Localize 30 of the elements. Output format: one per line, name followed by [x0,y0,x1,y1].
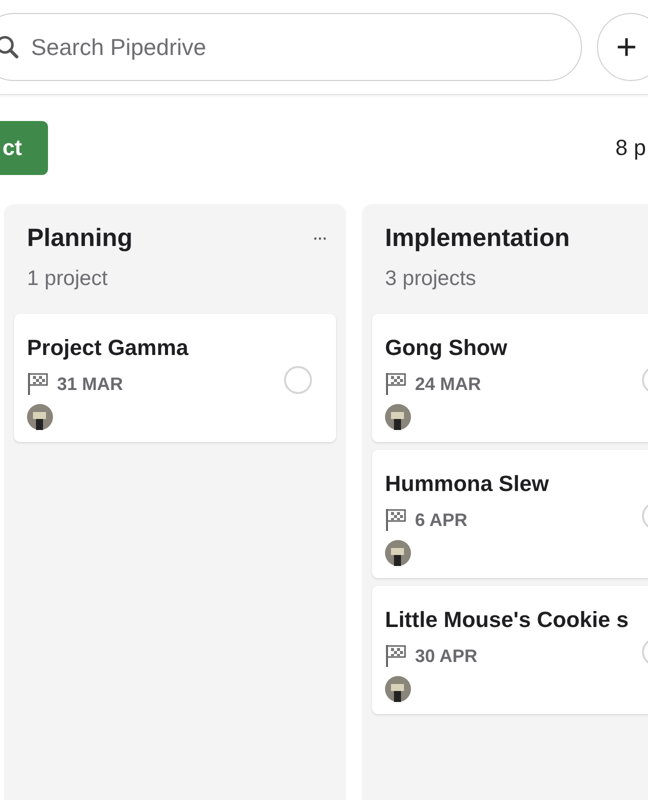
project-card[interactable]: Gong Show 24 MAR [372,314,648,442]
stage-title: Planning [27,224,133,253]
avatar-icon [27,404,53,430]
stage-count: 1 project [27,267,109,291]
flag-icon [385,372,407,396]
project-title: Gong Show [385,334,508,362]
due-date: 30 APR [415,646,478,666]
flag-icon [385,644,407,668]
due-date: 31 MAR [57,374,124,394]
project-title: Hummona Slew [385,470,549,498]
flag-icon [385,508,407,532]
flag-icon [27,372,49,396]
due-date: 6 APR [415,510,468,530]
project-title: Little Mouse's Cookie s [385,606,629,634]
stage-count: 3 projects [385,267,478,291]
search-field[interactable]: Search Pipedrive [0,13,582,81]
project-card[interactable]: Little Mouse's Cookie s 30 APR [372,586,648,714]
project-count: 8 p [615,135,646,161]
more-button[interactable]: ··· [312,227,326,250]
stage-title: Implementation [385,224,570,253]
avatar-icon [385,540,411,566]
project-card[interactable]: Project Gamma 31 MAR [14,314,336,442]
done-checkbox[interactable] [284,366,312,394]
add-button[interactable]: + [597,13,648,81]
avatar-icon [385,676,411,702]
project-card[interactable]: Hummona Slew 6 APR [372,450,648,578]
project-title: Project Gamma [27,334,188,362]
due-date: 24 MAR [415,374,482,394]
avatar-icon [385,404,411,430]
add-project-button[interactable]: ct [0,121,48,175]
